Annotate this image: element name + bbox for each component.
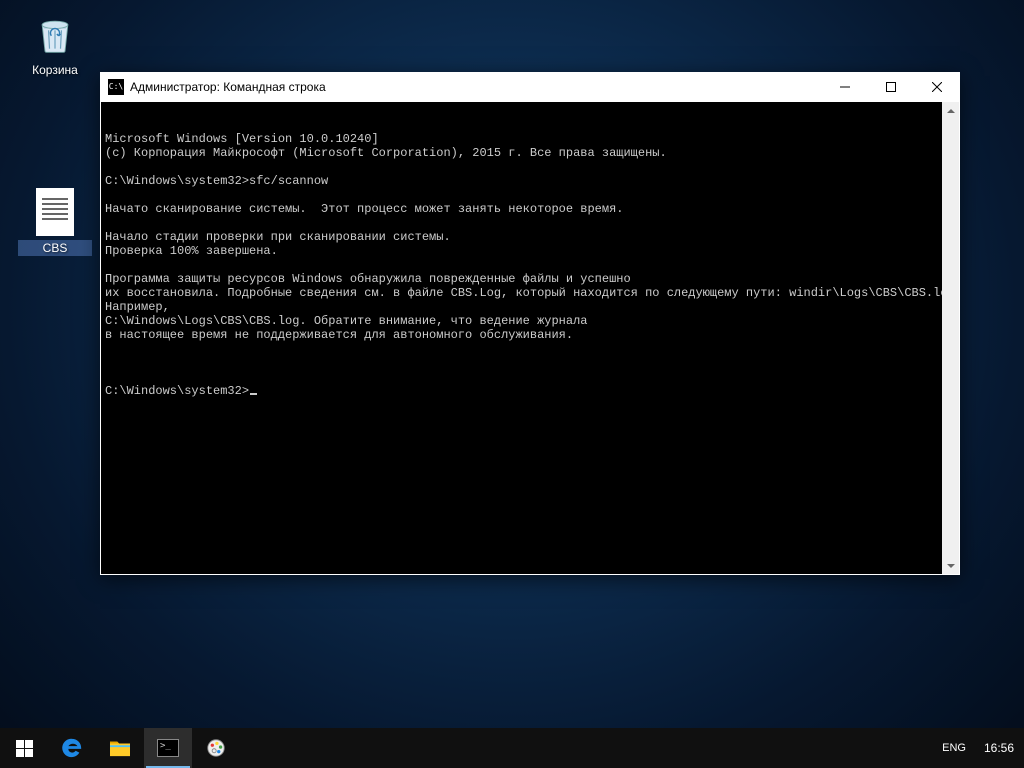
- cmd-line: C:\Windows\Logs\CBS\CBS.log. Обратите вн…: [105, 314, 955, 328]
- scroll-down-button[interactable]: [942, 557, 959, 574]
- cmd-line: Проверка 100% завершена.: [105, 244, 955, 258]
- start-button[interactable]: [0, 728, 48, 768]
- cmd-window[interactable]: C:\ Администратор: Командная строка Micr…: [100, 72, 960, 575]
- clock[interactable]: 16:56: [974, 728, 1024, 768]
- titlebar[interactable]: C:\ Администратор: Командная строка: [100, 72, 960, 102]
- cmd-line: Например,: [105, 300, 955, 314]
- scrollbar[interactable]: [942, 102, 959, 574]
- cmd-line: [105, 188, 955, 202]
- text-file-icon: [36, 188, 74, 236]
- paint-taskbar-button[interactable]: [192, 728, 240, 768]
- system-tray: ENG 16:56: [886, 728, 1024, 768]
- recycle-bin-icon[interactable]: Корзина: [18, 10, 92, 78]
- taskbar: >_ ENG 16:56: [0, 728, 1024, 768]
- cmd-prompt: C:\Windows\system32>: [105, 384, 249, 398]
- cmd-line: [105, 160, 955, 174]
- cmd-line: Программа защиты ресурсов Windows обнару…: [105, 272, 955, 286]
- tray-vbox-icon[interactable]: [886, 728, 898, 768]
- tray-action-center-icon[interactable]: [922, 728, 934, 768]
- cmd-taskbar-button[interactable]: >_: [144, 728, 192, 768]
- cmd-body[interactable]: Microsoft Windows [Version 10.0.10240](c…: [100, 102, 960, 575]
- window-title: Администратор: Командная строка: [130, 80, 822, 94]
- cmd-line: [105, 258, 955, 272]
- cmd-line: Microsoft Windows [Version 10.0.10240]: [105, 132, 955, 146]
- cmd-line: [105, 342, 955, 356]
- cmd-line: Начато сканирование системы. Этот процес…: [105, 202, 955, 216]
- cmd-line: в настоящее время не поддерживается для …: [105, 328, 955, 342]
- tray-network-icon[interactable]: [898, 728, 910, 768]
- maximize-button[interactable]: [868, 72, 914, 102]
- tray-volume-icon[interactable]: [910, 728, 922, 768]
- cmd-output: Microsoft Windows [Version 10.0.10240](c…: [105, 132, 955, 356]
- cmd-line: (c) Корпорация Майкрософт (Microsoft Cor…: [105, 146, 955, 160]
- cmd-line: [105, 216, 955, 230]
- recycle-bin-label: Корзина: [18, 62, 92, 78]
- cmd-line: Начало стадии проверки при сканировании …: [105, 230, 955, 244]
- cbs-file-label: CBS: [18, 240, 92, 256]
- cbs-file-icon[interactable]: CBS: [18, 188, 92, 256]
- cmd-taskbar-icon: >_: [157, 739, 179, 757]
- cmd-app-icon: C:\: [108, 79, 124, 95]
- cmd-line: их восстановила. Подробные сведения см. …: [105, 286, 955, 300]
- file-explorer-taskbar-button[interactable]: [96, 728, 144, 768]
- trash-icon: [31, 10, 79, 58]
- edge-taskbar-button[interactable]: [48, 728, 96, 768]
- scroll-up-button[interactable]: [942, 102, 959, 119]
- close-button[interactable]: [914, 72, 960, 102]
- minimize-button[interactable]: [822, 72, 868, 102]
- cmd-line: C:\Windows\system32>sfc/scannow: [105, 174, 955, 188]
- language-indicator[interactable]: ENG: [934, 728, 974, 768]
- cursor: [250, 393, 257, 395]
